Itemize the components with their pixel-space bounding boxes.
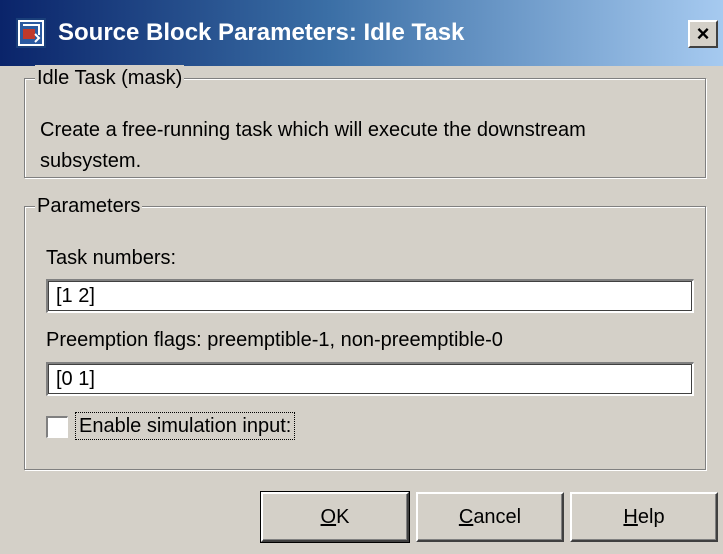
cancel-button[interactable]: Cancel (416, 492, 564, 542)
help-mnemonic: H (623, 505, 638, 528)
preemption-flags-label: Preemption flags: preemptible-1, non-pre… (46, 329, 503, 351)
ok-label-rest: K (336, 505, 350, 528)
cancel-mnemonic: C (458, 505, 474, 528)
window-title: Source Block Parameters: Idle Task (58, 19, 465, 46)
task-numbers-label: Task numbers: (46, 247, 177, 269)
enable-simulation-input-label[interactable]: Enable simulation input: (75, 412, 296, 440)
simulink-block-icon (16, 18, 46, 48)
parameters-legend: Parameters (35, 193, 143, 219)
close-button[interactable]: × (688, 20, 718, 48)
cancel-label-rest: ancel (473, 505, 522, 528)
enable-simulation-input-checkbox[interactable] (46, 416, 68, 438)
help-button[interactable]: Help (570, 492, 718, 542)
ok-button[interactable]: OK (260, 491, 410, 543)
dialog-window: Source Block Parameters: Idle Task × Idl… (0, 0, 723, 554)
parameters-groupbox: Parameters Task numbers: Preemption flag… (24, 193, 706, 470)
close-icon: × (696, 21, 710, 46)
ok-mnemonic: O (320, 505, 337, 528)
mask-groupbox: Idle Task (mask) Create a free-running t… (24, 65, 706, 178)
help-label-rest: elp (637, 505, 665, 528)
title-bar[interactable]: Source Block Parameters: Idle Task × (0, 0, 723, 66)
mask-description: Create a free-running task which will ex… (40, 119, 586, 172)
mask-legend: Idle Task (mask) (35, 65, 185, 91)
preemption-flags-input[interactable] (46, 362, 694, 396)
task-numbers-input[interactable] (46, 279, 694, 313)
